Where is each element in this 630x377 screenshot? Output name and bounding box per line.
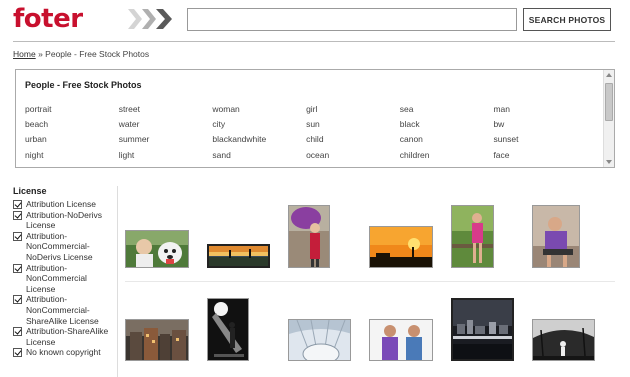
tag-link[interactable]: blackandwhite [212, 134, 306, 149]
girl-with-umbrella-photo [289, 206, 329, 267]
tag-link[interactable]: child [306, 134, 400, 149]
breadcrumb: Home » People - Free Stock Photos [13, 49, 149, 59]
tag-link[interactable]: white [400, 165, 494, 167]
photo-thumbnail-woman-on-bench[interactable] [532, 205, 580, 268]
license-option[interactable]: No known copyright [13, 347, 113, 358]
tag-link[interactable]: black [400, 119, 494, 134]
license-label: Attribution License [26, 199, 96, 209]
breadcrumb-separator: » [38, 49, 43, 59]
tag-link[interactable]: canon [400, 134, 494, 149]
license-checkbox[interactable] [13, 295, 22, 305]
site-logo[interactable]: foter [13, 4, 83, 34]
tags-title: People - Free Stock Photos [25, 80, 142, 90]
license-label: Attribution-NoDerivs License [26, 209, 103, 231]
tag-link[interactable]: children [400, 150, 494, 165]
photo-thumbnail-girl-with-umbrella[interactable] [288, 205, 330, 268]
search-photos-button[interactable]: SEARCH PHOTOS [523, 8, 611, 31]
tag-link[interactable]: urban [25, 134, 119, 149]
photo-thumbnail-bw-street[interactable] [532, 319, 595, 361]
twin-men-photo [370, 320, 432, 360]
license-label: Attribution-NonCommercial License [26, 262, 87, 294]
search-input[interactable] [187, 8, 517, 31]
photo-thumbnail-sunset-panorama[interactable] [207, 244, 270, 268]
chevrons-icon [128, 9, 172, 29]
license-checkbox[interactable] [13, 263, 22, 273]
bw-street-photo [533, 320, 594, 360]
tag-link[interactable]: street [119, 104, 213, 119]
sunset-panorama-photo [209, 246, 268, 266]
scroll-up-arrow-icon[interactable] [606, 73, 612, 77]
tag-link[interactable]: portrait [25, 104, 119, 119]
photo-thumbnail-building-dome[interactable] [288, 319, 351, 361]
tag-link[interactable]: sand [212, 150, 306, 165]
tag-link[interactable]: bw [493, 119, 587, 134]
license-filter-sidebar: License Attribution License Attribution-… [13, 186, 113, 358]
license-checkbox[interactable] [13, 348, 22, 358]
license-option[interactable]: Attribution-NoDerivs License [13, 210, 113, 231]
tag-link[interactable]: face [493, 150, 587, 165]
header-divider [13, 41, 615, 42]
license-checkbox[interactable] [13, 210, 22, 220]
city-buildings-photo [126, 320, 188, 360]
night-skyline-photo [453, 300, 512, 359]
tag-link[interactable]: beach [25, 119, 119, 134]
tag-link[interactable]: light [119, 150, 213, 165]
tag-link[interactable]: sea [400, 104, 494, 119]
photo-thumbnail-orange-sunset[interactable] [369, 226, 433, 268]
tags-scrollbar[interactable] [603, 70, 614, 167]
tag-link[interactable]: sun [306, 119, 400, 134]
tag-link[interactable]: woman [212, 104, 306, 119]
license-option[interactable]: Attribution-ShareAlike License [13, 326, 113, 347]
license-label: Attribution-NonCommercial-NoDerivs Licen… [26, 230, 93, 262]
header: foter SEARCH PHOTOS [0, 0, 630, 42]
tag-link[interactable]: girl [306, 104, 400, 119]
license-checkbox[interactable] [13, 327, 22, 337]
tag-link[interactable]: night [25, 150, 119, 165]
photo-thumbnail-silhouette-figure[interactable] [207, 298, 249, 361]
tag-link[interactable]: water [119, 119, 213, 134]
woman-on-bench-photo [533, 206, 579, 267]
tag-link[interactable]: men [212, 165, 306, 167]
license-heading: License [13, 186, 47, 196]
license-label: No known copyright [26, 347, 101, 358]
sidebar-divider [117, 186, 118, 377]
tag-link[interactable]: clouds [306, 165, 400, 167]
photo-thumbnail-city-buildings[interactable] [125, 319, 189, 361]
tag-link[interactable]: summer [119, 134, 213, 149]
license-label: Attribution-ShareAlike License [26, 326, 109, 347]
tag-link[interactable]: sky [493, 165, 587, 167]
photo-thumbnail-boy-with-dog[interactable] [125, 230, 189, 268]
tag-link[interactable]: blue [25, 165, 119, 167]
tag-link[interactable]: city [212, 119, 306, 134]
boy-with-dog-photo [126, 231, 188, 267]
license-checkbox[interactable] [13, 231, 22, 241]
photo-thumbnail-twin-men[interactable] [369, 319, 433, 361]
photo-thumbnail-night-skyline[interactable] [451, 298, 514, 361]
tag-link[interactable]: ocean [306, 150, 400, 165]
silhouette-figure-photo [208, 299, 248, 360]
license-option[interactable]: Attribution License [13, 199, 113, 210]
license-option[interactable]: Attribution-NonCommercial License [13, 263, 113, 295]
tag-grid: portrait street woman girl sea man beach… [25, 104, 600, 167]
tag-link[interactable]: women [119, 165, 213, 167]
scroll-thumb[interactable] [605, 83, 613, 121]
license-label: Attribution-NonCommercial-ShareAlike Lic… [26, 294, 99, 326]
tag-link[interactable]: sunset [493, 134, 587, 149]
photo-thumbnail-woman-in-pink[interactable] [451, 205, 494, 268]
breadcrumb-current: People - Free Stock Photos [45, 49, 150, 59]
orange-sunset-photo [370, 227, 432, 267]
breadcrumb-home-link[interactable]: Home [13, 49, 36, 59]
license-option[interactable]: Attribution-NonCommercial-NoDerivs Licen… [13, 231, 113, 263]
scroll-down-arrow-icon[interactable] [606, 160, 612, 164]
building-dome-photo [289, 320, 350, 360]
license-checkbox[interactable] [13, 200, 22, 209]
woman-in-pink-photo [452, 206, 493, 267]
tag-link[interactable]: man [493, 104, 587, 119]
row-divider [125, 281, 615, 282]
related-tags-box: People - Free Stock Photos portrait stre… [15, 69, 615, 168]
license-option[interactable]: Attribution-NonCommercial-ShareAlike Lic… [13, 294, 113, 326]
